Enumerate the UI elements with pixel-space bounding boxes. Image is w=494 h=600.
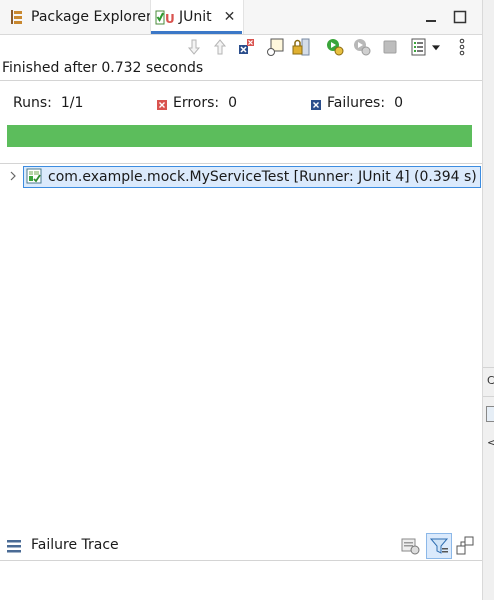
- previous-failure-icon[interactable]: [208, 35, 232, 59]
- view-tab-bar: Package Explorer U JUnit ✕: [0, 0, 482, 35]
- copy-trace-icon[interactable]: [454, 535, 476, 561]
- show-failures-only-icon[interactable]: [234, 35, 258, 59]
- package-explorer-icon: [9, 9, 25, 25]
- failures-value: 0: [394, 95, 403, 111]
- junit-toolbar: [0, 35, 482, 61]
- test-suite-label: com.example.mock.MyServiceTest [Runner: …: [48, 169, 477, 185]
- maximize-icon[interactable]: [453, 9, 467, 24]
- junit-icon: U: [155, 8, 175, 26]
- failure-trace-header: Failure Trace: [0, 533, 482, 559]
- errors-counter: Errors: 0: [157, 95, 237, 111]
- error-icon: [157, 98, 167, 110]
- tab-label: JUnit: [179, 9, 212, 25]
- stop-test-icon[interactable]: [378, 35, 402, 59]
- runs-value: 1/1: [60, 95, 84, 111]
- rerun-test-icon[interactable]: [323, 35, 347, 59]
- runs-label: Runs:: [13, 95, 52, 111]
- minimize-icon[interactable]: [424, 9, 438, 23]
- show-skipped-icon[interactable]: [263, 35, 287, 59]
- active-tab-indicator: [151, 31, 242, 34]
- next-failure-icon[interactable]: [182, 35, 206, 59]
- failures-label: Failures:: [327, 95, 386, 111]
- runs-counter: Runs: 1/1: [13, 95, 83, 111]
- edge-label: C: [487, 374, 494, 387]
- stack-trace-icon: [6, 538, 22, 558]
- test-suite-node[interactable]: com.example.mock.MyServiceTest [Runner: …: [23, 166, 481, 188]
- failure-icon: [311, 98, 321, 110]
- svg-text:U: U: [165, 12, 175, 26]
- filter-stack-trace-icon[interactable]: [426, 533, 452, 559]
- compare-result-icon[interactable]: [400, 535, 422, 561]
- history-dropdown-icon[interactable]: [428, 35, 444, 59]
- divider: [0, 80, 482, 81]
- progress-fill: [7, 125, 472, 147]
- divider: [0, 560, 482, 561]
- errors-value: 0: [228, 95, 238, 111]
- chevron-right-icon[interactable]: [8, 170, 20, 184]
- tab-junit[interactable]: U JUnit ✕: [150, 0, 244, 34]
- divider: [483, 367, 494, 368]
- divider: [483, 396, 494, 397]
- tab-label: Package Explorer: [31, 9, 152, 25]
- adjacent-view-edge: C <: [482, 0, 494, 600]
- test-progress-bar: [7, 125, 472, 147]
- failure-trace-title: Failure Trace: [31, 537, 119, 553]
- failures-counter: Failures: 0: [311, 95, 403, 111]
- errors-label: Errors:: [173, 95, 220, 111]
- close-icon[interactable]: ✕: [224, 9, 236, 25]
- test-suite-success-icon: [26, 168, 44, 186]
- edge-icon: [486, 406, 494, 422]
- run-status-text: Finished after 0.732 seconds: [2, 60, 204, 76]
- view-menu-icon[interactable]: [452, 35, 472, 59]
- scroll-lock-icon[interactable]: [289, 35, 313, 59]
- test-tree-item[interactable]: com.example.mock.MyServiceTest [Runner: …: [8, 166, 481, 188]
- divider: [0, 163, 482, 164]
- tab-package-explorer[interactable]: Package Explorer: [0, 0, 152, 34]
- rerun-failures-first-icon[interactable]: [350, 35, 374, 59]
- edge-label: <: [487, 436, 494, 449]
